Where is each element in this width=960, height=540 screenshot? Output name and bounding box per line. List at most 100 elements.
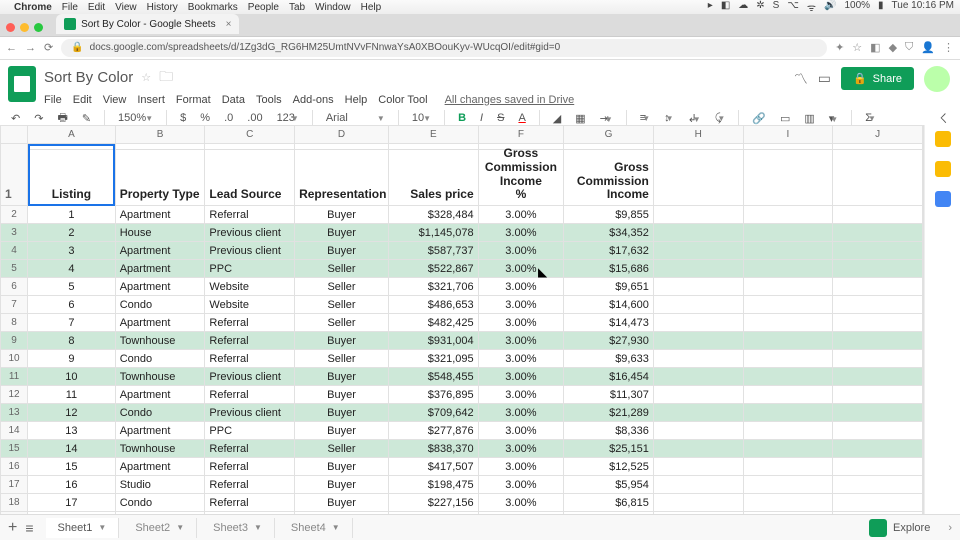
- cell[interactable]: 3.00%: [478, 332, 564, 350]
- cell[interactable]: Apartment: [115, 242, 205, 260]
- cell[interactable]: Townhouse: [115, 332, 205, 350]
- table-row[interactable]: 1211ApartmentReferralBuyer$376,8953.00%$…: [1, 386, 923, 404]
- cell[interactable]: Buyer: [295, 494, 389, 512]
- cell[interactable]: Buyer: [295, 332, 389, 350]
- cell[interactable]: 3.00%: [478, 206, 564, 224]
- cell[interactable]: $27,930: [564, 332, 654, 350]
- cell[interactable]: [653, 440, 743, 458]
- cell[interactable]: Apartment: [115, 314, 205, 332]
- cell[interactable]: 2: [28, 224, 116, 242]
- paint-format-button[interactable]: ✎: [79, 111, 94, 126]
- cell[interactable]: Referral: [205, 314, 295, 332]
- cell[interactable]: [653, 314, 743, 332]
- table-row[interactable]: 43ApartmentPrevious clientBuyer$587,7373…: [1, 242, 923, 260]
- cell[interactable]: $11,307: [564, 386, 654, 404]
- cell[interactable]: [833, 422, 923, 440]
- cell[interactable]: [833, 368, 923, 386]
- cell[interactable]: 10: [28, 368, 116, 386]
- redo-button[interactable]: ↷: [31, 111, 46, 126]
- keep-addon-icon[interactable]: [935, 161, 951, 177]
- menu-data[interactable]: Data: [222, 94, 245, 106]
- cell[interactable]: 3.00%: [478, 260, 564, 278]
- cell[interactable]: 14: [28, 440, 116, 458]
- cell[interactable]: 4: [28, 260, 116, 278]
- menu-insert[interactable]: Insert: [137, 94, 165, 106]
- cell[interactable]: $486,653: [388, 296, 478, 314]
- table-row[interactable]: 21ApartmentReferralBuyer$328,4843.00%$9,…: [1, 206, 923, 224]
- cell[interactable]: Seller: [295, 296, 389, 314]
- cell[interactable]: [833, 476, 923, 494]
- cell[interactable]: [743, 296, 833, 314]
- row-header[interactable]: 3: [1, 224, 28, 242]
- save-status[interactable]: All changes saved in Drive: [445, 94, 575, 106]
- cell[interactable]: Seller: [295, 440, 389, 458]
- cell[interactable]: 3.00%: [478, 278, 564, 296]
- select-all-corner[interactable]: [1, 126, 28, 144]
- row-header[interactable]: 16: [1, 458, 28, 476]
- row-header[interactable]: 18: [1, 494, 28, 512]
- cell[interactable]: $328,484: [388, 206, 478, 224]
- cell[interactable]: Referral: [205, 476, 295, 494]
- cell[interactable]: [653, 260, 743, 278]
- cell[interactable]: Buyer: [295, 386, 389, 404]
- cell[interactable]: Previous client: [205, 368, 295, 386]
- cell[interactable]: $25,151: [564, 440, 654, 458]
- cell[interactable]: Property Type: [115, 144, 205, 206]
- cell[interactable]: $522,867: [388, 260, 478, 278]
- cell[interactable]: 3.00%: [478, 494, 564, 512]
- add-sheet-button[interactable]: +: [8, 519, 17, 537]
- cell[interactable]: 3.00%: [478, 440, 564, 458]
- cell[interactable]: $838,370: [388, 440, 478, 458]
- col-header[interactable]: E: [388, 126, 478, 144]
- cell[interactable]: [653, 242, 743, 260]
- cell[interactable]: $9,855: [564, 206, 654, 224]
- format-percent-button[interactable]: %: [197, 111, 213, 125]
- cell[interactable]: [653, 224, 743, 242]
- cell[interactable]: [653, 296, 743, 314]
- col-header[interactable]: I: [743, 126, 833, 144]
- back-button[interactable]: ←: [6, 42, 17, 54]
- cell[interactable]: 7: [28, 314, 116, 332]
- cell[interactable]: Website: [205, 278, 295, 296]
- cell[interactable]: GrossCommissionIncome: [564, 144, 654, 206]
- cell[interactable]: Seller: [295, 260, 389, 278]
- mac-app-name[interactable]: Chrome: [14, 2, 52, 13]
- explore-button[interactable]: Explore: [893, 522, 930, 534]
- table-row[interactable]: 1514TownhouseReferralSeller$838,3703.00%…: [1, 440, 923, 458]
- cell[interactable]: $8,336: [564, 422, 654, 440]
- extension-icon[interactable]: ◧: [870, 41, 880, 54]
- cell[interactable]: $376,895: [388, 386, 478, 404]
- cell[interactable]: $9,651: [564, 278, 654, 296]
- cell[interactable]: [743, 476, 833, 494]
- cell[interactable]: Previous client: [205, 404, 295, 422]
- reload-button[interactable]: ⟳: [44, 41, 53, 54]
- row-header[interactable]: 5: [1, 260, 28, 278]
- spreadsheet-grid[interactable]: A B C D E F G H I J 1ListingProperty Typ…: [0, 125, 924, 514]
- table-row[interactable]: 32HousePrevious clientBuyer$1,145,0783.0…: [1, 224, 923, 242]
- cell[interactable]: Referral: [205, 440, 295, 458]
- cell[interactable]: $14,473: [564, 314, 654, 332]
- cell[interactable]: [653, 494, 743, 512]
- italic-button[interactable]: I: [477, 111, 486, 125]
- menu-file[interactable]: File: [44, 94, 62, 106]
- cell[interactable]: [743, 494, 833, 512]
- cell[interactable]: 3.00%: [478, 350, 564, 368]
- cell[interactable]: 5: [28, 278, 116, 296]
- cell[interactable]: [743, 260, 833, 278]
- table-row[interactable]: 65ApartmentWebsiteSeller$321,7063.00%$9,…: [1, 278, 923, 296]
- cell[interactable]: $15,686: [564, 260, 654, 278]
- cell[interactable]: PPC: [205, 422, 295, 440]
- cell[interactable]: 8: [28, 332, 116, 350]
- cell[interactable]: [833, 332, 923, 350]
- cell[interactable]: 6: [28, 296, 116, 314]
- cell[interactable]: [833, 404, 923, 422]
- share-button[interactable]: 🔒 Share: [841, 67, 914, 90]
- cell[interactable]: [743, 242, 833, 260]
- cell[interactable]: $321,095: [388, 350, 478, 368]
- row-header[interactable]: 6: [1, 278, 28, 296]
- cell[interactable]: [743, 440, 833, 458]
- cell[interactable]: Representation: [295, 144, 389, 206]
- cell[interactable]: $931,004: [388, 332, 478, 350]
- row-header[interactable]: 2: [1, 206, 28, 224]
- sheet-tab[interactable]: Sheet2▼: [123, 518, 197, 538]
